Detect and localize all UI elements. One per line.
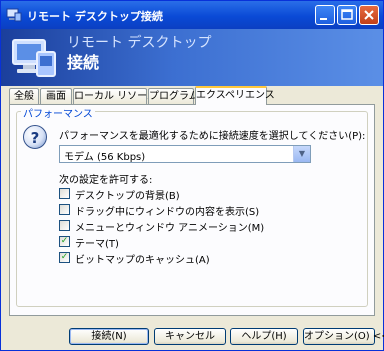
maximize-icon: [341, 9, 353, 20]
minimize-icon: [320, 18, 327, 20]
checkmark-icon[interactable]: ✓: [59, 236, 70, 247]
connection-speed-value: モデム (56 Kbps): [64, 152, 146, 163]
close-button[interactable]: [359, 5, 379, 25]
allow-settings-label: 次の設定を許可する:: [59, 175, 153, 186]
minimize-button[interactable]: [315, 5, 335, 25]
help-button[interactable]: ヘルプ(H): [230, 328, 298, 345]
checkbox-label: デスクトップの背景(B): [75, 191, 180, 202]
connect-button[interactable]: 接続(N): [69, 328, 149, 345]
tab-local-resources[interactable]: ローカル リソース: [73, 88, 157, 104]
close-icon: [364, 10, 374, 20]
connection-speed-select[interactable]: モデム (56 Kbps) ▼: [59, 145, 311, 163]
checkbox-box[interactable]: [59, 188, 70, 199]
performance-group-title: パフォーマンス: [21, 105, 95, 120]
maximize-button[interactable]: [337, 5, 357, 25]
chevron-down-icon[interactable]: ▼: [293, 146, 310, 162]
options-button[interactable]: オプション(O) <<: [303, 328, 384, 345]
cancel-button[interactable]: キャンセル: [154, 328, 226, 345]
computer-monitor-icon: [12, 39, 56, 77]
tab-general[interactable]: 全般: [9, 88, 39, 104]
remote-desktop-app-icon: [6, 8, 22, 22]
title-bar[interactable]: リモート デスクトップ接続: [1, 1, 383, 29]
checkbox-label: ドラッグ中にウィンドウの内容を表示(S): [75, 207, 260, 218]
header-banner: リモート デスクトップ 接続: [1, 29, 383, 86]
performance-group: パフォーマンス ? パフォーマンスを最適化するために接続速度を選択してください(…: [16, 105, 368, 307]
remote-desktop-window: リモート デスクトップ接続 リモート デスクトップ 接続 全般 画面 ローカル …: [0, 0, 384, 351]
tab-experience[interactable]: エクスペリエンス: [195, 86, 275, 105]
checkbox-label: メニューとウィンドウ アニメーション(M): [75, 223, 265, 234]
checkbox-box[interactable]: [59, 220, 70, 231]
checkbox-label: テーマ(T): [75, 239, 119, 250]
checkmark-icon[interactable]: ✓: [59, 252, 70, 263]
experience-panel: パフォーマンス ? パフォーマンスを最適化するために接続速度を選択してください(…: [9, 104, 375, 316]
checkbox-label: ビットマップのキャッシュ(A): [75, 255, 210, 266]
checkbox-box[interactable]: [59, 204, 70, 215]
tab-display[interactable]: 画面: [40, 88, 72, 104]
speed-description: パフォーマンスを最適化するために接続速度を選択してください(P):: [59, 131, 366, 142]
question-icon: ?: [23, 125, 47, 149]
banner-title: 接続: [67, 53, 100, 72]
window-title: リモート デスクトップ接続: [27, 10, 163, 23]
tab-programs[interactable]: プログラム: [148, 88, 199, 104]
